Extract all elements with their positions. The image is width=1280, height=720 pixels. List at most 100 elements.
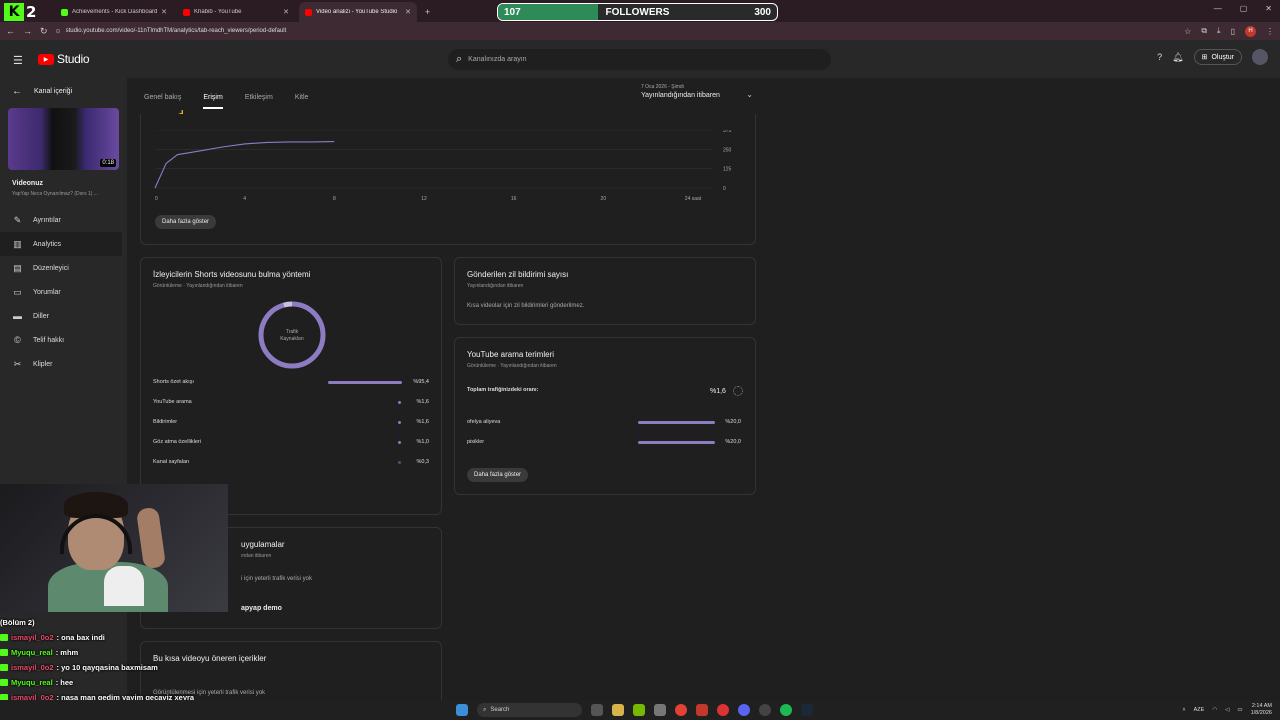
maximize-icon[interactable]: ▢ bbox=[1240, 4, 1248, 13]
site-info-icon[interactable]: ⊙ bbox=[56, 28, 61, 35]
x-tick-label: 20 bbox=[601, 196, 607, 202]
y-tick-label: 250 bbox=[723, 147, 732, 153]
kick-favicon-icon bbox=[61, 8, 68, 16]
close-icon[interactable]: ✕ bbox=[405, 8, 411, 16]
clock[interactable]: 2:14 AM 1/8/2026 bbox=[1251, 703, 1272, 717]
traffic-share-dot bbox=[398, 441, 401, 444]
nvidia-icon[interactable] bbox=[633, 704, 645, 716]
app-icon[interactable] bbox=[696, 704, 708, 716]
traffic-share-dot bbox=[398, 421, 401, 424]
help-icon[interactable]: ? bbox=[1157, 52, 1162, 62]
channel-search-input[interactable]: ⌕ Kanalınızda arayın bbox=[448, 49, 831, 70]
video-thumbnail[interactable]: 0:18 bbox=[8, 108, 119, 170]
tab-reach[interactable]: Erişim bbox=[203, 94, 223, 109]
chat-message: Myuqu_real: mhm bbox=[0, 645, 300, 660]
sidebar-item-comments[interactable]: ▭ Yorumlar bbox=[0, 280, 127, 304]
followers-goal: 300 bbox=[754, 6, 771, 18]
studio-logo-text: Studio bbox=[57, 52, 90, 66]
clock-date: 1/8/2026 bbox=[1250, 710, 1272, 716]
studio-logo[interactable]: ▶ Studio bbox=[38, 52, 90, 66]
windows-start-icon[interactable] bbox=[456, 704, 468, 716]
youtube-favicon-icon bbox=[183, 8, 190, 16]
browser-tab-kick[interactable]: Achievements - Kick Dashboard ✕ bbox=[55, 2, 173, 22]
menu-dots-icon[interactable]: ⋮ bbox=[1266, 27, 1274, 36]
search-icon: ⌕ bbox=[483, 706, 487, 713]
show-more-button[interactable]: Daha fazla göster bbox=[155, 215, 217, 229]
traffic-source-label: YouTube arama bbox=[153, 399, 192, 405]
back-icon[interactable]: ← bbox=[6, 26, 15, 36]
sidebar-item-copyright[interactable]: © Telif hakkı bbox=[0, 328, 127, 352]
bookmark-star-icon[interactable]: ☆ bbox=[1184, 27, 1191, 36]
file-explorer-icon[interactable] bbox=[612, 704, 624, 716]
chat-text: : ona bax indi bbox=[56, 633, 105, 642]
tab-overview[interactable]: Genel bakış bbox=[144, 94, 181, 109]
chat-username: Myuqu_real bbox=[11, 648, 53, 657]
x-tick-label: 12 bbox=[421, 196, 427, 202]
tab-engagement[interactable]: Etkileşim bbox=[245, 94, 273, 109]
calculator-icon[interactable] bbox=[654, 704, 666, 716]
reload-icon[interactable]: ↻ bbox=[40, 26, 48, 37]
subtitles-icon: ▬ bbox=[13, 311, 22, 321]
downloads-icon[interactable]: ⤓ bbox=[1217, 26, 1221, 36]
steam-icon[interactable] bbox=[801, 704, 813, 716]
x-tick-label: 0 bbox=[155, 196, 158, 202]
discord-icon[interactable] bbox=[738, 704, 750, 716]
followers-label: FOLLOWERS bbox=[605, 6, 670, 18]
kick-logo: K 2 bbox=[4, 2, 46, 22]
total-share-value: %1,6 bbox=[710, 388, 726, 395]
forward-icon[interactable]: → bbox=[23, 26, 32, 36]
create-button[interactable]: ⊞ Oluştur bbox=[1193, 49, 1242, 65]
y-tick-label: 375 bbox=[723, 130, 732, 134]
card-text: i için yeterli trafik verisi yok bbox=[241, 576, 313, 582]
minimize-icon[interactable]: — bbox=[1214, 4, 1222, 13]
battery-icon[interactable]: ▭ bbox=[1237, 707, 1242, 713]
show-more-button[interactable]: Daha fazla göster bbox=[467, 468, 529, 482]
kick-k-icon: K bbox=[4, 3, 24, 21]
sidebar-item-analytics[interactable]: ▥ Analytics bbox=[0, 232, 122, 256]
card-subtitle: Görüntüleme · Yayınlandığından itibaren bbox=[153, 283, 243, 289]
comment-icon: ▭ bbox=[13, 286, 22, 297]
extensions-icon[interactable]: ⧉ bbox=[1201, 26, 1207, 36]
url-field[interactable]: ⊙ studio.youtube.com/video/-11nTlmdhTM/a… bbox=[56, 24, 1177, 38]
opera-icon[interactable] bbox=[717, 704, 729, 716]
obs-icon[interactable] bbox=[759, 704, 771, 716]
hamburger-menu-icon[interactable]: ☰ bbox=[13, 54, 23, 67]
browser-profile-avatar[interactable]: H bbox=[1245, 25, 1256, 37]
traffic-share-dot bbox=[398, 461, 401, 464]
chrome-icon[interactable] bbox=[675, 704, 687, 716]
new-tab-icon[interactable]: + bbox=[425, 2, 430, 22]
search-term-row: ofelya aliyeva %20,0 bbox=[467, 418, 741, 428]
url-text: studio.youtube.com/video/-11nTlmdhTM/ana… bbox=[65, 28, 287, 34]
card-text: Kısa videolar için zil bildirimleri gönd… bbox=[467, 303, 585, 309]
notifications-bell-icon[interactable]: 🔔︎ bbox=[1172, 52, 1183, 63]
sidebar-item-editor[interactable]: ▤ Düzenleyici bbox=[0, 256, 127, 280]
chat-badge-icon bbox=[0, 679, 8, 686]
chevron-up-icon[interactable]: ˄ bbox=[1182, 707, 1185, 713]
sidebar-item-clips[interactable]: ✂ Klipler bbox=[0, 352, 127, 376]
traffic-row: Shorts özet akışı %95,4 bbox=[153, 378, 429, 388]
wifi-icon[interactable]: ◠ bbox=[1212, 707, 1217, 713]
volume-icon[interactable]: ◁ bbox=[1225, 707, 1229, 713]
task-view-icon[interactable] bbox=[591, 704, 603, 716]
close-icon[interactable]: ✕ bbox=[161, 8, 167, 16]
sidepanel-icon[interactable]: ▯ bbox=[1231, 27, 1235, 36]
search-terms-card: YouTube arama terimleri Görüntüleme · Ya… bbox=[454, 337, 756, 495]
close-window-icon[interactable]: ✕ bbox=[1265, 4, 1272, 13]
chat-username: ismayil_0o2 bbox=[11, 633, 54, 642]
copyright-icon: © bbox=[14, 335, 21, 345]
sidebar-item-label: Düzenleyici bbox=[33, 264, 69, 272]
spotify-icon[interactable] bbox=[780, 704, 792, 716]
taskbar-search[interactable]: ⌕ Search bbox=[477, 703, 582, 717]
language-indicator[interactable]: AZE bbox=[1194, 707, 1205, 713]
browser-tab-studio[interactable]: Video analizi - YouTube Studio ✕ bbox=[299, 2, 417, 22]
sidebar-item-details[interactable]: ✎ Ayrıntılar bbox=[0, 208, 127, 232]
account-avatar[interactable] bbox=[1252, 49, 1268, 65]
tab-audience[interactable]: Kitle bbox=[295, 94, 309, 109]
close-icon[interactable]: ✕ bbox=[283, 8, 289, 16]
search-placeholder: Kanalınızda arayın bbox=[468, 56, 527, 63]
period-selector[interactable]: 7 Oca 2026 - Şimdi Yayınlandığından itib… bbox=[641, 84, 753, 99]
browser-tab-youtube[interactable]: Khabib - YouTube ✕ bbox=[177, 2, 295, 22]
sidebar-item-languages[interactable]: ▬ Diller bbox=[0, 304, 127, 328]
back-to-content[interactable]: ← Kanal içeriği bbox=[12, 86, 72, 97]
traffic-source-label: Kanal sayfaları bbox=[153, 459, 190, 465]
